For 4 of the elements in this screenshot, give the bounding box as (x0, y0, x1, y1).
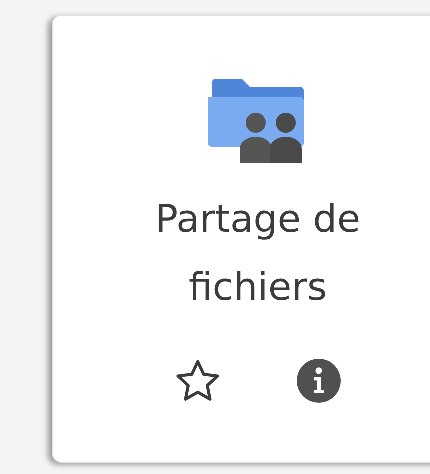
app-tile[interactable]: Partage de fichiers (52, 15, 430, 463)
tile-title: Partage de fichiers (154, 196, 362, 311)
info-icon[interactable] (297, 359, 341, 403)
star-icon[interactable] (175, 359, 221, 403)
